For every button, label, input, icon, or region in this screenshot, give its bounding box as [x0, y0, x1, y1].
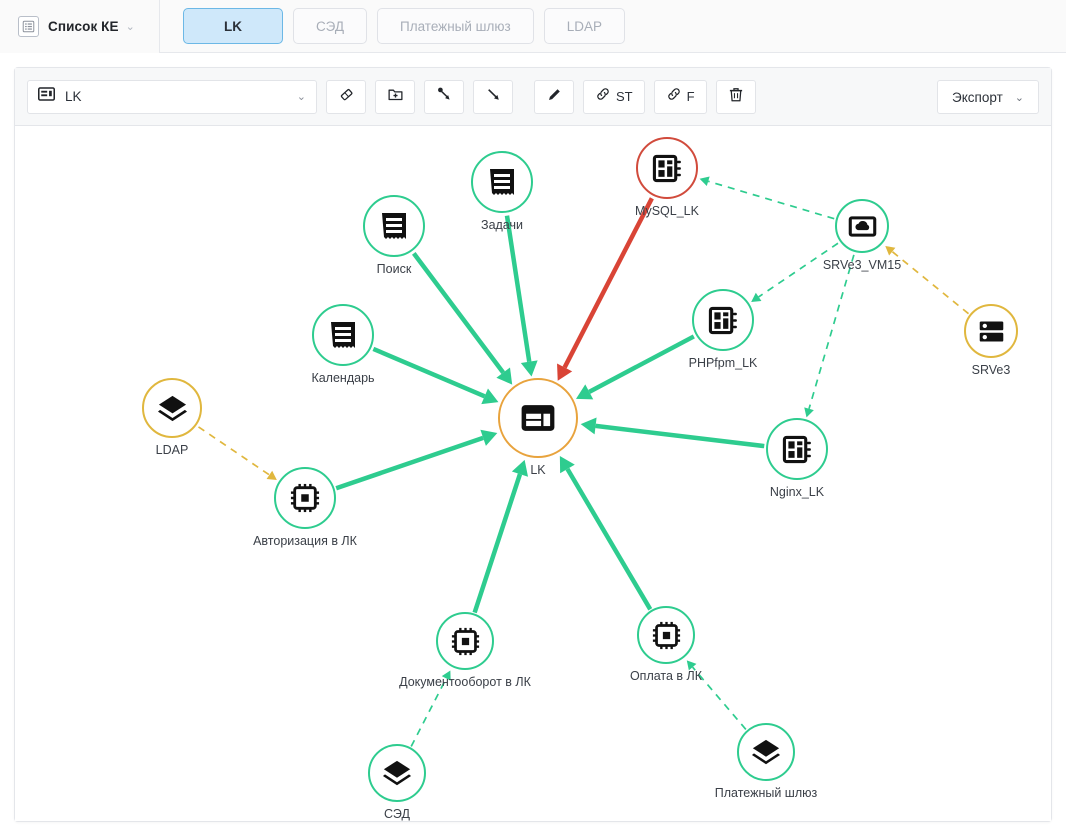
layout-icon[interactable]: [498, 378, 578, 458]
graph-canvas[interactable]: Задачи Поиск Календарь LDAP Авторизация …: [15, 126, 1051, 821]
arrow-down-right-icon: [484, 85, 502, 108]
graph-node-phpfpm[interactable]: PHPfpm_LK: [653, 289, 793, 370]
node-link-button[interactable]: [424, 79, 464, 114]
tab-payment-gateway[interactable]: Платежный шлюз: [377, 8, 534, 44]
chevron-down-icon[interactable]: ⌄: [297, 90, 306, 103]
tab-lk[interactable]: LK: [183, 8, 283, 44]
card-layout-icon: [37, 87, 56, 106]
graph-edge-mysql-to-lk: [562, 197, 654, 369]
folder-plus-icon: [387, 86, 404, 107]
graph-node-label: Авторизация в ЛК: [253, 534, 357, 548]
breadcrumb[interactable]: Список КЕ ⌄: [0, 0, 160, 53]
memchip-icon[interactable]: [692, 289, 754, 351]
graph-node-srve3vm15[interactable]: SRVe3_VM15: [792, 199, 932, 272]
link-f-label: F: [686, 89, 695, 104]
edit-button[interactable]: [534, 79, 574, 114]
eraser-icon: [338, 86, 355, 108]
layers-icon[interactable]: [737, 723, 795, 781]
server-icon[interactable]: [964, 304, 1018, 358]
graph-node-nginx[interactable]: Nginx_LK: [727, 418, 867, 499]
graph-node-docoborot[interactable]: Документооборот в ЛК: [395, 612, 535, 689]
page-title: Список КЕ: [48, 18, 119, 34]
eraser-button[interactable]: [326, 79, 366, 114]
receipt-icon[interactable]: [471, 151, 533, 213]
add-folder-button[interactable]: [375, 79, 415, 114]
graph-node-label: Поиск: [376, 262, 412, 276]
graph-node-mysql[interactable]: MySQL_LK: [597, 137, 737, 218]
layers-icon[interactable]: [368, 744, 426, 802]
tab-strip: LK СЭД Платежный шлюз LDAP: [183, 8, 625, 44]
ci-select-value: LK: [65, 89, 82, 104]
graph-node-label: PHPfpm_LK: [688, 356, 758, 370]
graph-edge-srve3vm15-to-nginx: [808, 254, 855, 409]
graph-node-label: MySQL_LK: [635, 204, 699, 218]
chip-icon[interactable]: [436, 612, 494, 670]
link-f-button[interactable]: F: [653, 79, 707, 114]
graph-toolbar: LK ⌄ ST F Экспорт ⌄: [15, 68, 1051, 126]
graph-node-label: Календарь: [311, 371, 375, 385]
graph-node-sed[interactable]: СЭД: [327, 744, 467, 821]
export-label: Экспорт: [952, 89, 1003, 105]
receipt-icon[interactable]: [363, 195, 425, 257]
graph-node-label: Документооборот в ЛК: [399, 675, 531, 689]
graph-node-srve3[interactable]: SRVe3: [921, 304, 1051, 377]
graph-node-label: СЭД: [384, 807, 410, 821]
chip-icon[interactable]: [274, 467, 336, 529]
arrow-button[interactable]: [473, 79, 513, 114]
receipt-icon[interactable]: [312, 304, 374, 366]
graph-node-label: Платежный шлюз: [714, 786, 818, 800]
memchip-icon[interactable]: [766, 418, 828, 480]
graph-edge-arrowhead: [520, 360, 538, 377]
graph-node-lk[interactable]: LK: [468, 378, 608, 477]
export-button[interactable]: Экспорт ⌄: [937, 80, 1039, 114]
chevron-down-icon[interactable]: ⌄: [126, 20, 135, 33]
graph-edge-docoborot-to-lk: [472, 473, 523, 614]
graph-node-label: SRVe3: [971, 363, 1011, 377]
graph-node-avtoriz[interactable]: Авторизация в ЛК: [235, 467, 375, 548]
graph-panel: LK ⌄ ST F Экспорт ⌄ Задачи Поиск Календа…: [14, 67, 1052, 822]
link-st-button[interactable]: ST: [583, 79, 645, 114]
graph-node-label: SRVe3_VM15: [822, 258, 902, 272]
pencil-icon: [546, 86, 563, 108]
trash-icon: [728, 86, 744, 108]
graph-node-label: Оплата в ЛК: [629, 669, 703, 683]
graph-edge-zadachi-to-lk: [504, 215, 532, 363]
graph-node-ldap[interactable]: LDAP: [102, 378, 242, 457]
chevron-down-icon[interactable]: ⌄: [1015, 91, 1024, 104]
graph-node-oplata[interactable]: Оплата в ЛК: [596, 606, 736, 683]
graph-edge-arrowhead: [804, 407, 814, 418]
graph-node-label: LK: [530, 463, 546, 477]
graph-node-label: LDAP: [155, 443, 189, 457]
cloud-box-icon[interactable]: [835, 199, 889, 253]
graph-node-label: Задачи: [481, 218, 523, 232]
tab-sed[interactable]: СЭД: [293, 8, 367, 44]
link-st-label: ST: [616, 89, 633, 104]
link-icon: [595, 86, 611, 107]
top-header-bar: Список КЕ ⌄ LK СЭД Платежный шлюз LDAP: [0, 0, 1066, 53]
graph-node-platezh[interactable]: Платежный шлюз: [696, 723, 836, 800]
graph-node-poisk[interactable]: Поиск: [324, 195, 464, 276]
graph-node-label: Nginx_LK: [769, 485, 825, 499]
list-icon: [18, 15, 39, 37]
graph-node-kalendar[interactable]: Календарь: [273, 304, 413, 385]
memchip-icon[interactable]: [636, 137, 698, 199]
ci-select[interactable]: LK ⌄: [27, 79, 317, 114]
delete-button[interactable]: [715, 79, 756, 114]
tab-ldap[interactable]: LDAP: [543, 8, 625, 44]
layers-icon[interactable]: [142, 378, 202, 438]
chip-icon[interactable]: [637, 606, 695, 664]
graph-edge-oplata-to-lk: [565, 467, 653, 611]
link-icon: [666, 86, 682, 107]
node-arrow-icon: [435, 85, 453, 108]
